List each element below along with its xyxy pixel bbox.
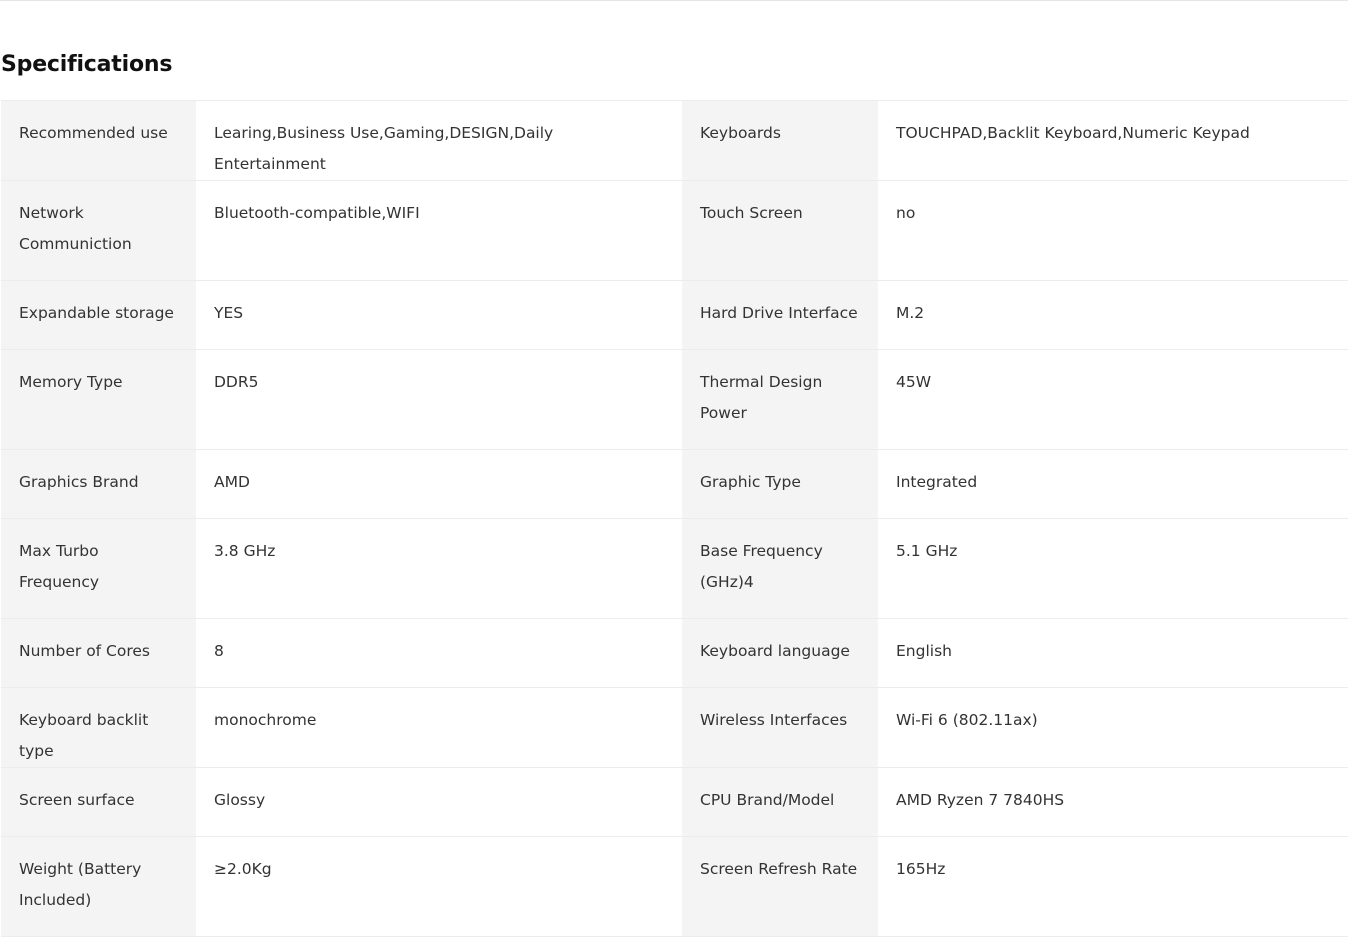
spec-value: DDR5 (196, 349, 682, 450)
spec-label: Screen surface (1, 767, 196, 837)
spec-label: Graphic Type (682, 449, 878, 519)
spec-label: Keyboards (682, 100, 878, 181)
spec-label: Max Turbo Frequency (1, 518, 196, 619)
spec-label: Thermal Design Power (682, 349, 878, 450)
spec-value: Glossy (196, 767, 682, 837)
spec-row: Recommended use Learing,Business Use,Gam… (1, 100, 1348, 181)
spec-row: Screen surface Glossy CPU Brand/Model AM… (1, 767, 1348, 837)
spec-value: Learing,Business Use,Gaming,DESIGN,Daily… (196, 100, 682, 181)
spec-row: Network Communiction Bluetooth-compatibl… (1, 180, 1348, 281)
spec-value: M.2 (878, 280, 1348, 350)
spec-label: Graphics Brand (1, 449, 196, 519)
spec-label: CPU Brand/Model (682, 767, 878, 837)
spec-value: 3.8 GHz (196, 518, 682, 619)
spec-label: Number of Cores (1, 618, 196, 688)
spec-label: Keyboard language (682, 618, 878, 688)
spec-value: monochrome (196, 687, 682, 768)
spec-value: AMD Ryzen 7 7840HS (878, 767, 1348, 837)
section-title: Specifications (1, 52, 173, 77)
spec-label: Base Frequency (GHz)4 (682, 518, 878, 619)
spec-label: Memory Type (1, 349, 196, 450)
top-divider (0, 0, 1348, 1)
spec-value: Wi-Fi 6 (802.11ax) (878, 687, 1348, 768)
spec-value: 8 (196, 618, 682, 688)
spec-label: Wireless Interfaces (682, 687, 878, 768)
spec-row: Keyboard backlit type monochrome Wireles… (1, 687, 1348, 768)
spec-row: Graphics Brand AMD Graphic Type Integrat… (1, 449, 1348, 519)
spec-label: Network Communiction (1, 180, 196, 281)
spec-value: ≥2.0Kg (196, 836, 682, 937)
spec-value: Integrated (878, 449, 1348, 519)
spec-value: 45W (878, 349, 1348, 450)
spec-row: Number of Cores 8 Keyboard language Engl… (1, 618, 1348, 688)
spec-value: 5.1 GHz (878, 518, 1348, 619)
spec-row: Max Turbo Frequency 3.8 GHz Base Frequen… (1, 518, 1348, 619)
spec-value: no (878, 180, 1348, 281)
spec-value: Bluetooth-compatible,WIFI (196, 180, 682, 281)
spec-value: YES (196, 280, 682, 350)
spec-row: Weight (Battery Included) ≥2.0Kg Screen … (1, 836, 1348, 937)
spec-row: Memory Type DDR5 Thermal Design Power 45… (1, 349, 1348, 450)
spec-value: 165Hz (878, 836, 1348, 937)
spec-label: Hard Drive Interface (682, 280, 878, 350)
spec-value: English (878, 618, 1348, 688)
spec-label: Recommended use (1, 100, 196, 181)
spec-label: Weight (Battery Included) (1, 836, 196, 937)
spec-value: TOUCHPAD,Backlit Keyboard,Numeric Keypad (878, 100, 1348, 181)
spec-value: AMD (196, 449, 682, 519)
spec-label: Touch Screen (682, 180, 878, 281)
spec-row: Expandable storage YES Hard Drive Interf… (1, 280, 1348, 350)
spec-label: Expandable storage (1, 280, 196, 350)
spec-label: Keyboard backlit type (1, 687, 196, 768)
spec-label: Screen Refresh Rate (682, 836, 878, 937)
specifications-table: Recommended use Learing,Business Use,Gam… (1, 100, 1348, 937)
